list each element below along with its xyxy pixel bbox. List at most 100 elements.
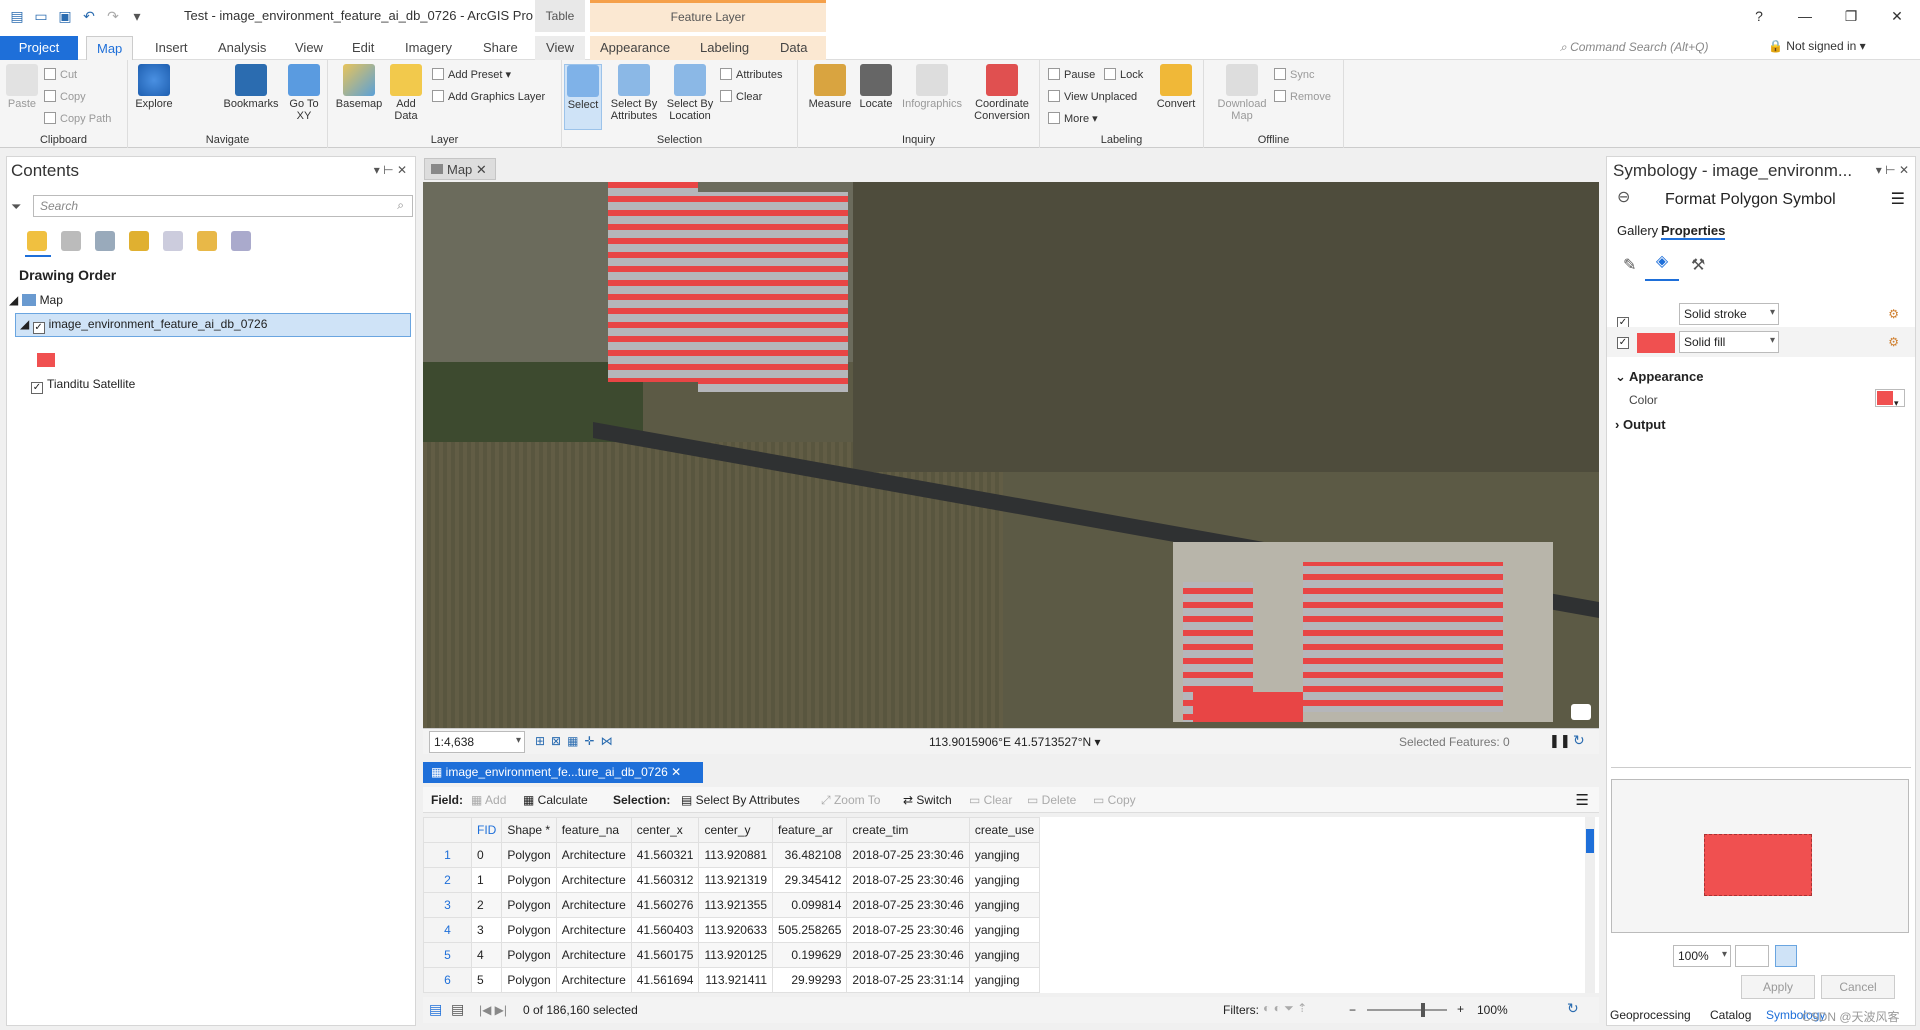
minimize-button[interactable]: — [1782, 0, 1828, 32]
color-picker[interactable]: ▾ [1875, 389, 1905, 408]
column-header[interactable]: center_x [630, 817, 700, 843]
map-view[interactable] [423, 182, 1599, 728]
notes-icon[interactable] [1571, 704, 1591, 720]
clear-table-selection-button[interactable]: ▭ Clear [969, 793, 1012, 807]
drawing-order-icon[interactable] [27, 231, 47, 251]
zoom-to-button[interactable]: ⤢ Zoom To [821, 793, 880, 808]
column-header[interactable]: Shape * [501, 817, 557, 843]
undo-icon[interactable]: ↶ [80, 8, 98, 24]
table-cell[interactable]: 29.345412 [771, 867, 848, 893]
sync-button[interactable]: Sync [1274, 68, 1314, 81]
row-number[interactable]: 4 [423, 917, 472, 943]
command-search[interactable]: ⌕ Command Search (Alt+Q) [1560, 40, 1750, 55]
measure-button[interactable]: Measure [806, 64, 854, 110]
scale-dropdown[interactable]: 1:4,638 [429, 731, 525, 753]
tree-item-map[interactable]: ◢ Map [9, 293, 63, 307]
stroke-type-dropdown[interactable]: Solid stroke [1679, 303, 1779, 325]
close-button[interactable]: ✕ [1874, 0, 1920, 32]
zoom-in-icon[interactable]: + [1457, 1002, 1464, 1016]
charts-icon[interactable] [231, 231, 251, 251]
restore-button[interactable]: ❐ [1828, 0, 1874, 32]
table-cell[interactable]: Architecture [555, 892, 632, 918]
data-source-icon[interactable] [61, 231, 81, 251]
locate-button[interactable]: Locate [856, 64, 896, 110]
row-number[interactable]: 3 [423, 892, 472, 918]
copy-rows-button[interactable]: ▭ Copy [1093, 793, 1136, 807]
row-number[interactable]: 5 [423, 942, 472, 968]
tab-properties[interactable]: Properties [1661, 223, 1726, 240]
table-cell[interactable]: 5 [470, 967, 503, 993]
selection-list-icon[interactable] [95, 231, 115, 251]
table-cell[interactable]: 505.258265 [771, 917, 848, 943]
filter-icons[interactable]: ◐ ◐ ⏷ ⇡ [1263, 1001, 1307, 1016]
table-cell[interactable]: 36.482108 [771, 842, 848, 868]
tab-insert[interactable]: Insert [145, 36, 198, 60]
tab-map-view[interactable]: Map ✕ [424, 158, 496, 180]
calculate-field-button[interactable]: ▦ Calculate [523, 793, 588, 807]
map-coordinates[interactable]: 113.9015906°E 41.5713527°N ▾ [929, 735, 1101, 749]
lock-fill-icon[interactable]: ⚙ [1888, 335, 1899, 349]
table-cell[interactable]: yangjing [968, 842, 1041, 868]
row-number[interactable]: 6 [423, 967, 472, 993]
zoom-out-icon[interactable]: − [1349, 1003, 1356, 1017]
table-cell[interactable]: 41.560312 [630, 867, 700, 893]
zoom-slider-thumb[interactable] [1421, 1003, 1425, 1017]
tab-imagery[interactable]: Imagery [395, 36, 462, 60]
table-row[interactable]: 2 1 Polygon Architecture 41.560312 113.921319… [423, 867, 1041, 893]
refresh-icon[interactable]: ↻ [1573, 732, 1585, 749]
copy-button[interactable]: Copy [44, 90, 86, 103]
show-selected-records-icon[interactable]: ▤ [451, 1001, 464, 1018]
table-cell[interactable]: Architecture [555, 867, 632, 893]
paste-button[interactable]: Paste [4, 64, 40, 110]
table-cell[interactable]: 3 [470, 917, 503, 943]
layer-visibility-checkbox[interactable]: ✓ [32, 322, 45, 334]
column-header[interactable]: center_y [698, 817, 773, 843]
appearance-section[interactable]: ⌄ Appearance [1615, 369, 1703, 385]
table-cell[interactable]: yangjing [968, 892, 1041, 918]
cancel-button[interactable]: Cancel [1821, 975, 1895, 999]
save-icon[interactable]: ▣ [56, 8, 74, 24]
cut-button[interactable]: Cut [44, 68, 77, 81]
basemap-button[interactable]: Basemap [334, 64, 384, 110]
labeling-icon[interactable] [197, 231, 217, 251]
row-number[interactable]: 2 [423, 867, 472, 893]
delete-button[interactable]: ▭ Delete [1027, 793, 1076, 807]
fill-type-dropdown[interactable]: Solid fill [1679, 331, 1779, 353]
new-project-icon[interactable]: ▤ [8, 8, 26, 24]
wrench-icon[interactable]: ⚒ [1691, 255, 1705, 275]
more-labeling-button[interactable]: More ▾ [1048, 112, 1098, 125]
row-number[interactable]: 1 [423, 842, 472, 868]
select-by-location-button[interactable]: Select By Location [664, 64, 716, 122]
add-field-button[interactable]: ▦ Add [471, 793, 506, 807]
open-icon[interactable]: ▭ [32, 8, 50, 24]
lock-stroke-icon[interactable]: ⚙ [1888, 307, 1899, 321]
tab-appearance[interactable]: Appearance [590, 36, 690, 60]
tab-analysis[interactable]: Analysis [208, 36, 276, 60]
table-cell[interactable]: 2018-07-25 23:30:46 [846, 942, 970, 968]
filter-icon[interactable]: ⏷ [11, 199, 21, 215]
remove-button[interactable]: Remove [1274, 90, 1331, 103]
column-header[interactable]: create_tim [846, 817, 970, 843]
table-cell[interactable]: 113.921355 [698, 892, 773, 918]
tab-map[interactable]: Map [86, 36, 134, 60]
back-arrow-icon[interactable]: ⊖ [1617, 187, 1630, 207]
table-cell[interactable]: 2018-07-25 23:31:14 [846, 967, 970, 993]
show-all-records-icon[interactable]: ▤ [429, 1001, 442, 1018]
explore-button[interactable]: Explore [132, 64, 176, 110]
view-unplaced-button[interactable]: View Unplaced [1048, 90, 1137, 103]
symbology-pane-controls[interactable]: ▾ ⊢ ✕ [1876, 163, 1909, 177]
table-cell[interactable]: 113.920125 [698, 942, 773, 968]
fill-color-swatch[interactable] [1637, 333, 1675, 353]
tab-share[interactable]: Share [473, 36, 528, 60]
column-header[interactable]: FID [470, 817, 503, 843]
tab-project[interactable]: Project [0, 36, 78, 60]
table-cell[interactable]: Polygon [501, 917, 557, 943]
tab-edit[interactable]: Edit [342, 36, 384, 60]
attributes-button[interactable]: Attributes [720, 68, 782, 81]
table-cell[interactable]: yangjing [968, 942, 1041, 968]
preview-background-dropdown[interactable] [1735, 945, 1769, 967]
table-refresh-icon[interactable]: ↻ [1567, 1000, 1579, 1017]
tab-data[interactable]: Data [770, 36, 826, 60]
table-cell[interactable]: 2018-07-25 23:30:46 [846, 842, 970, 868]
help-button[interactable]: ? [1736, 0, 1782, 32]
